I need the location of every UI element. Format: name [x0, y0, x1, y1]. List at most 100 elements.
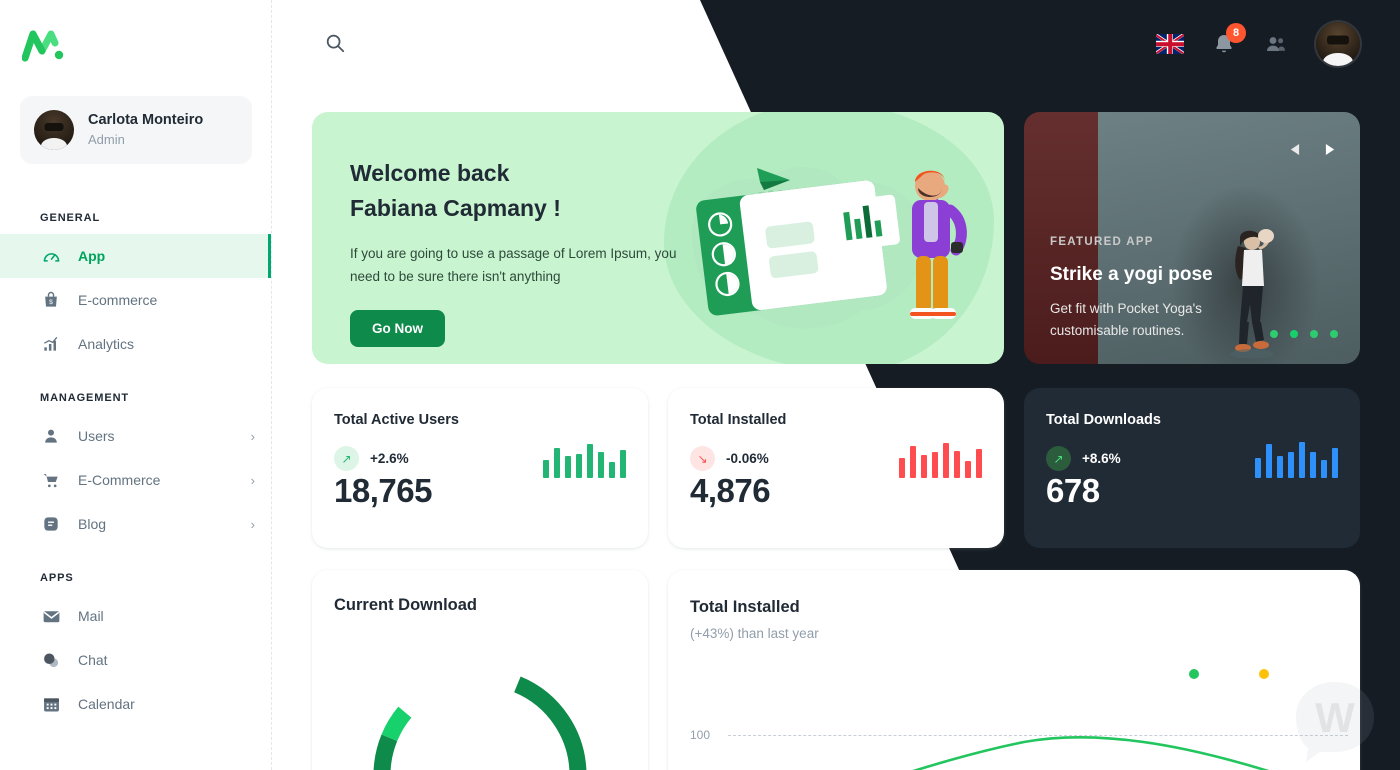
- sidebar-item-label: Mail: [78, 608, 104, 624]
- featured-description: Get fit with Pocket Yoga's customisable …: [1050, 301, 1202, 338]
- sidebar-item-calendar[interactable]: Calendar: [0, 682, 271, 726]
- stat-percent: -0.06%: [726, 451, 769, 466]
- legend-label: Asia: [1207, 666, 1233, 681]
- sidebar-item-mail[interactable]: Mail: [0, 594, 271, 638]
- brand-logo-icon[interactable]: [21, 28, 64, 62]
- sidebar-item-blog[interactable]: Blog ›: [0, 502, 271, 546]
- contacts-button[interactable]: [1264, 32, 1288, 56]
- carousel-dot[interactable]: [1330, 330, 1338, 338]
- card-title: Total Installed: [690, 598, 800, 616]
- sparkline-chart: [1255, 440, 1338, 478]
- sparkline-chart: [899, 440, 982, 478]
- welcome-body: If you are going to use a passage of Lor…: [350, 246, 677, 284]
- shopping-bag-icon: $: [40, 289, 62, 311]
- stat-card-total-active-users: Total Active Users ↗ +2.6% 18,765: [312, 388, 648, 548]
- sidebar-item-users[interactable]: Users ›: [0, 414, 271, 458]
- main-content: Welcome back Fabiana Capmany ! If you ar…: [272, 0, 1400, 770]
- carousel-dot[interactable]: [1310, 330, 1318, 338]
- speedometer-icon: [40, 245, 62, 267]
- mail-icon: [40, 605, 62, 627]
- svg-text:$: $: [49, 299, 53, 306]
- stat-card-total-installed: Total Installed ↘ -0.06% 4,876: [668, 388, 1004, 548]
- legend-item-asia[interactable]: Asia: [1188, 666, 1233, 681]
- profile-name: Carlota Monteiro: [88, 111, 204, 128]
- sidebar: Carlota Monteiro Admin GENERAL App $ E-c…: [0, 0, 272, 770]
- stat-trend-row: ↗ +8.6%: [1046, 446, 1121, 471]
- carousel-dots: [1270, 330, 1338, 338]
- total-installed-chart-card: Total Installed (+43%) than last year As…: [668, 570, 1360, 770]
- arrow-right-icon: [1325, 143, 1336, 161]
- arrow-left-icon: [1289, 143, 1300, 161]
- analytics-chart-icon: [40, 333, 62, 355]
- chevron-right-icon: ›: [250, 472, 255, 488]
- stat-title: Total Installed: [690, 412, 787, 428]
- featured-title: Strike a yogi pose: [1050, 264, 1213, 285]
- chevron-right-icon: ›: [250, 428, 255, 444]
- legend-swatch: [1258, 668, 1269, 679]
- topbar-actions: 8: [1156, 22, 1360, 66]
- trend-up-icon: ↗: [334, 446, 359, 471]
- featured-app-card: FEATURED APP Strike a yogi pose Get fit …: [1024, 112, 1360, 364]
- sidebar-item-label: Calendar: [78, 696, 135, 712]
- sidebar-item-app[interactable]: App: [0, 234, 271, 278]
- featured-eyebrow: FEATURED APP: [1050, 236, 1154, 248]
- sidebar-item-analytics[interactable]: Analytics: [0, 322, 271, 366]
- sidebar-item-label: App: [78, 248, 106, 264]
- sidebar-item-label: Blog: [78, 516, 107, 532]
- welcome-banner: Welcome back Fabiana Capmany ! If you ar…: [312, 112, 1004, 364]
- nav-section-general-title: GENERAL: [40, 212, 101, 224]
- notifications-button[interactable]: 8: [1212, 23, 1246, 56]
- calendar-icon: [40, 693, 62, 715]
- profile-role: Admin: [88, 131, 125, 147]
- sidebar-item-ecommerce-management[interactable]: E-Commerce ›: [0, 458, 271, 502]
- shopping-cart-icon: [40, 469, 62, 491]
- person-figure: [910, 170, 967, 319]
- app-root: Carlota Monteiro Admin GENERAL App $ E-c…: [0, 0, 1400, 770]
- nav-section-management-title: MANAGEMENT: [40, 392, 130, 404]
- sidebar-nav: GENERAL App $ E-commerce Analytics MANAG…: [0, 186, 271, 726]
- stat-trend-row: ↘ -0.06%: [690, 446, 769, 471]
- trend-down-icon: ↘: [690, 446, 715, 471]
- uk-flag-icon[interactable]: [1156, 34, 1184, 54]
- user-icon: [40, 425, 62, 447]
- current-download-card: Current Download: [312, 570, 648, 770]
- avatar: [34, 110, 74, 150]
- welcome-illustration: [672, 138, 998, 358]
- sidebar-item-chat[interactable]: Chat: [0, 638, 271, 682]
- carousel-prev-button[interactable]: [1286, 142, 1302, 162]
- donut-chart: [373, 668, 587, 770]
- stat-percent: +8.6%: [1082, 451, 1121, 466]
- carousel-dot[interactable]: [1270, 330, 1278, 338]
- nav-section-apps-title: APPS: [40, 572, 74, 584]
- stat-value: 18,765: [334, 472, 432, 509]
- sidebar-item-label: E-Commerce: [78, 472, 161, 488]
- account-avatar-button[interactable]: [1316, 22, 1360, 66]
- sidebar-item-label: E-commerce: [78, 292, 158, 308]
- carousel-dot-active[interactable]: [1290, 330, 1298, 338]
- stat-percent: +2.6%: [370, 451, 409, 466]
- notification-badge: 8: [1226, 23, 1246, 43]
- sidebar-item-label: Chat: [78, 652, 108, 668]
- stat-title: Total Downloads: [1046, 412, 1161, 428]
- stat-value: 678: [1046, 472, 1100, 509]
- trend-up-icon: ↗: [1046, 446, 1071, 471]
- y-axis-tick-100: 100: [690, 728, 711, 742]
- welcome-line-1: Welcome back: [350, 160, 510, 186]
- search-button[interactable]: [324, 32, 348, 56]
- go-now-button[interactable]: Go Now: [350, 310, 445, 347]
- contacts-icon: [1264, 37, 1288, 60]
- sidebar-item-label: Analytics: [78, 336, 135, 352]
- sidebar-item-ecommerce-general[interactable]: $ E-commerce: [0, 278, 271, 322]
- card-title: Current Download: [334, 596, 477, 614]
- svg-text:W: W: [1315, 694, 1355, 741]
- chat-icon: [40, 649, 62, 671]
- welcome-line-2: Fabiana Capmany !: [350, 195, 561, 221]
- legend-swatch: [1188, 668, 1199, 679]
- stat-card-total-downloads: Total Downloads ↗ +8.6% 678: [1024, 388, 1360, 548]
- carousel-next-button[interactable]: [1322, 142, 1338, 162]
- sparkline-chart: [543, 440, 626, 478]
- blog-icon: [40, 513, 62, 535]
- bell-icon: [1212, 35, 1236, 60]
- card-subtitle: (+43%) than last year: [690, 626, 819, 641]
- sidebar-profile-card[interactable]: Carlota Monteiro Admin: [20, 96, 252, 164]
